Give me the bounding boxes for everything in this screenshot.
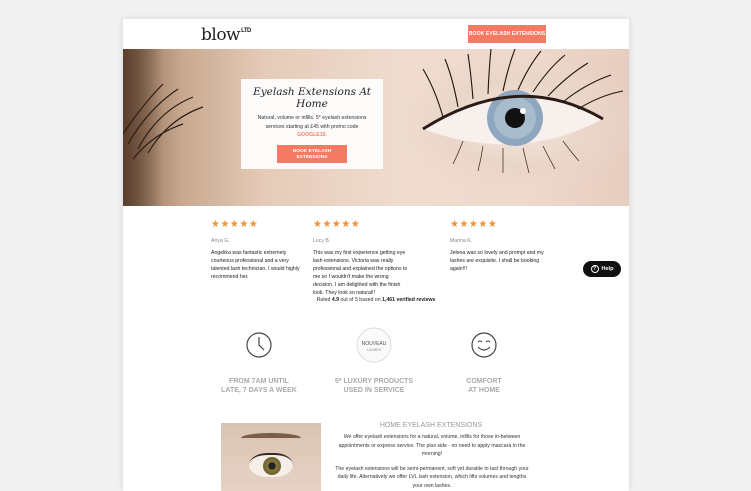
feature-products: NOUVEAU LASHES 5* LUXURY PRODUCTS USED IN… <box>324 327 424 395</box>
feature-line: 5* LUXURY PRODUCTS <box>334 378 414 385</box>
iris-shape <box>263 457 281 475</box>
star-rating: ★★★★★ <box>211 219 259 230</box>
reviewer-name: Anya G. <box>211 238 230 244</box>
feature-line: USED IN SERVICE <box>343 386 405 394</box>
section-title: HOME EYELASH EXTENSIONS <box>379 422 483 429</box>
section-paragraph: The eyelash extensions will be semi-perm… <box>335 465 529 489</box>
section-description: We offer eyelash extensions for a natura… <box>335 433 529 490</box>
review-text: Angelika was fantastic extremely courteo… <box>211 250 300 280</box>
feature-label: COMFORT AT HOME <box>434 378 534 395</box>
review-text: Jelena was so lovely and prompt and my l… <box>450 250 544 272</box>
logo-text: blow <box>201 25 241 45</box>
feature-label: 5* LUXURY PRODUCTS USED IN SERVICE <box>324 378 424 395</box>
promo-code: GOOGLE10 <box>297 132 326 138</box>
landing-page: blowLTD BOOK EYELASH EXTENSIONS Eyelash … <box>123 19 629 491</box>
question-icon: ? <box>590 265 599 273</box>
rating-count[interactable]: 1,461 verified reviews <box>382 297 435 303</box>
reviewer-name: Marina K. <box>450 238 473 244</box>
eye-shape <box>249 453 293 477</box>
eye-closeup-image <box>221 423 321 491</box>
rating-prefix: Rated <box>316 297 332 303</box>
smiley-icon <box>471 332 497 358</box>
feature-line: LATE, 7 DAYS A WEEK <box>221 386 297 394</box>
rating-summary: Rated 4.9 out of 5 based on 1,461 verifi… <box>123 297 629 303</box>
review-card: ★★★★★ Lucy B. This was my first experien… <box>313 220 408 297</box>
review-text: This was my first experience getting eye… <box>313 250 408 296</box>
brand-logo[interactable]: blowLTD <box>201 25 251 45</box>
eyebrow-shape <box>241 433 301 443</box>
reviewer-name: Lucy B. <box>313 238 331 244</box>
feature-comfort: COMFORT AT HOME <box>434 331 534 395</box>
rating-middle: out of 5 based on <box>339 297 383 303</box>
logo-suffix: LTD <box>241 28 251 34</box>
star-rating: ★★★★★ <box>450 219 498 230</box>
help-label: Help <box>601 266 614 272</box>
hero-card: Eyelash Extensions At Home Natural, volu… <box>241 79 383 169</box>
rating-score: 4.9 <box>331 297 340 303</box>
hero-text-part: Natural, volume or infills. 5* eyelash e… <box>257 115 367 130</box>
feature-label: FROM 7AM UNTIL LATE, 7 DAYS A WEEK <box>209 378 309 395</box>
review-card: ★★★★★ Anya G. Angelika was fantastic ext… <box>211 220 306 281</box>
feature-line: AT HOME <box>468 386 500 394</box>
hero-banner: Eyelash Extensions At Home Natural, volu… <box>123 49 629 206</box>
logo-word-nouveau: NOUVEAU <box>362 341 387 347</box>
site-header: blowLTD BOOK EYELASH EXTENSIONS <box>123 19 629 49</box>
hero-title: Eyelash Extensions At Home <box>253 86 371 110</box>
feature-line: FROM 7AM UNTIL <box>229 378 289 385</box>
header-book-button[interactable]: BOOK EYELASH EXTENSIONS <box>468 25 546 43</box>
feature-line: COMFORT <box>466 378 502 385</box>
review-card: ★★★★★ Marina K. Jelena was so lovely and… <box>450 220 545 273</box>
nouveau-lashes-logo: NOUVEAU LASHES <box>356 327 392 363</box>
star-rating: ★★★★★ <box>313 219 361 230</box>
right-eye <box>422 90 604 146</box>
left-eye-lashes <box>123 83 204 160</box>
logo-word-lashes: LASHES <box>367 348 381 352</box>
help-button[interactable]: ? Help <box>583 261 621 277</box>
clock-icon <box>246 332 272 358</box>
hero-description: Natural, volume or infills. 5* eyelash e… <box>253 114 371 140</box>
feature-hours: FROM 7AM UNTIL LATE, 7 DAYS A WEEK <box>209 331 309 395</box>
hero-text-end: . <box>325 132 327 138</box>
hero-book-button[interactable]: BOOK EYELASH EXTENSIONS <box>277 144 347 163</box>
section-paragraph: We offer eyelash extensions for a natura… <box>338 434 526 457</box>
